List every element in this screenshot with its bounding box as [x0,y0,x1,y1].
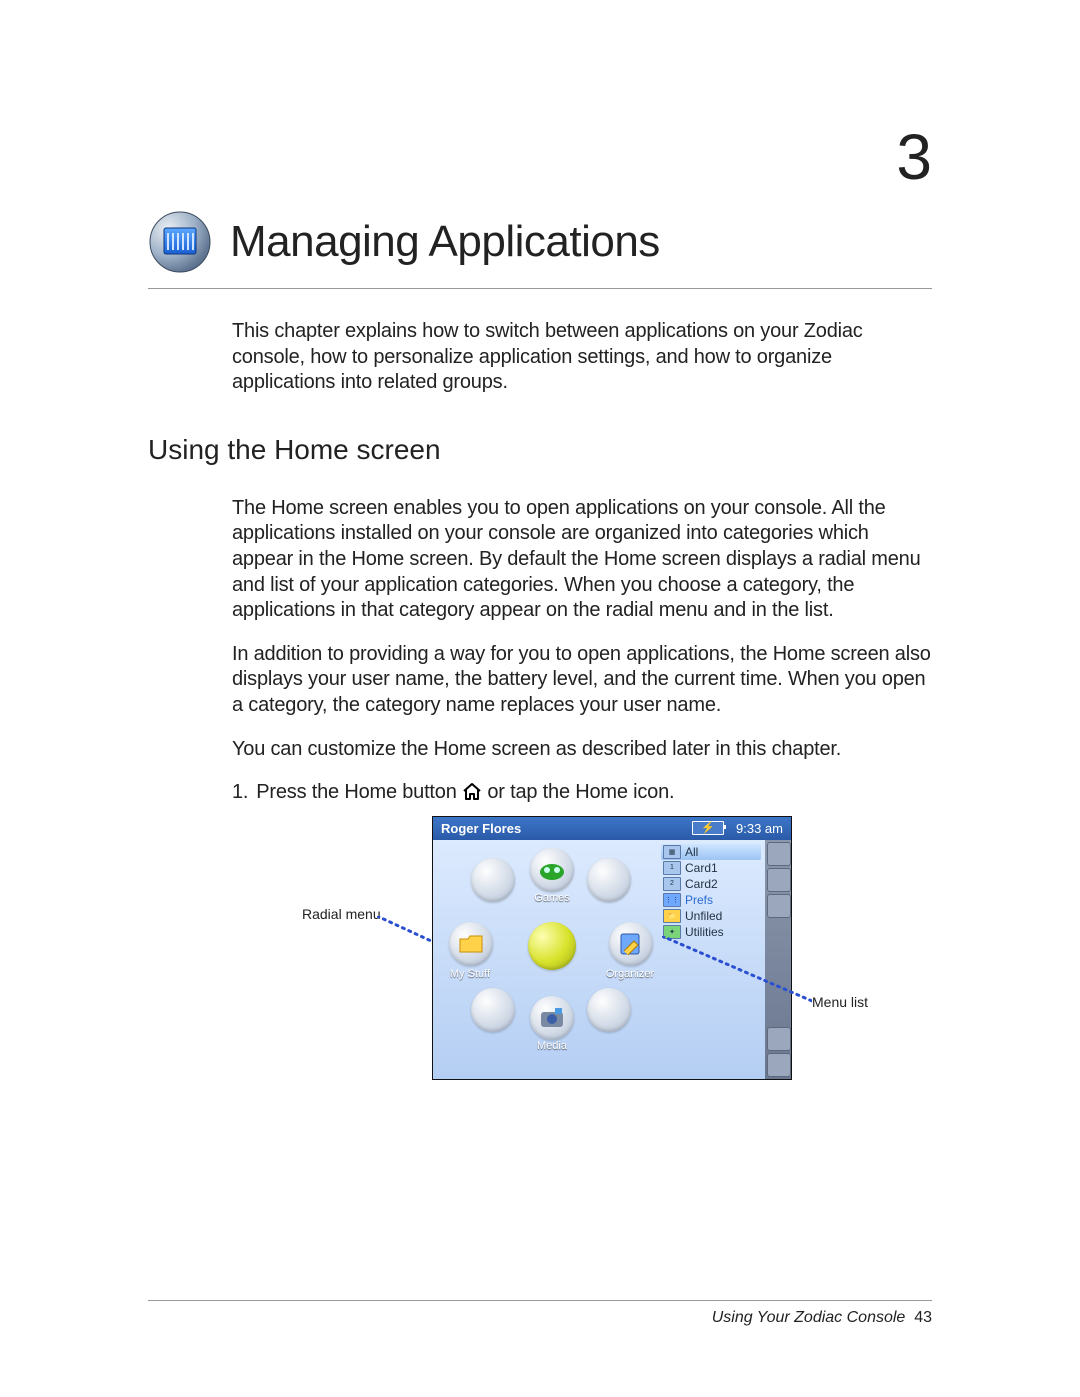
battery-icon: ⚡ [692,821,724,835]
list-item-unfiled: 📁Unfiled [661,908,761,924]
list-label: Card2 [685,877,718,891]
list-label: Unfiled [685,909,722,923]
paragraph: The Home screen enables you to open appl… [232,496,932,624]
footer-page-number: 43 [914,1309,932,1326]
chapter-number: 3 [896,120,932,194]
step-1: 1. Press the Home button or tap the Home… [232,780,932,806]
list-label: Prefs [685,893,713,907]
chapter-header: Managing Applications [148,210,932,289]
radial-node-organizer [609,922,653,966]
section-heading: Using the Home screen [148,434,932,466]
step-text-after: or tap the Home icon. [487,781,674,803]
paragraph: In addition to providing a way for you t… [232,642,932,719]
menu-list: ▦All 1Card1 2Card2 ⋮⋮Prefs 📁Unfiled ✦Uti… [657,840,765,1079]
intro-paragraph: This chapter explains how to switch betw… [148,319,932,396]
sidebar-icon [767,1053,791,1077]
step-text-before: Press the Home button [256,781,462,803]
gamepad-icon [538,856,566,884]
radial-label-mystuff: My Stuff [435,968,505,980]
list-label: Utilities [685,925,724,939]
radial-node-games [530,848,574,892]
radial-empty-node [587,858,631,902]
figure-label-radial: Radial menu [302,906,381,922]
applications-icon [148,210,212,274]
sidebar-icon [767,894,791,918]
radial-label-games: Games [517,892,587,904]
list-item-card2: 2Card2 [661,876,761,892]
home-icon [462,782,482,800]
page-footer: Using Your Zodiac Console 43 [148,1300,932,1327]
sidebar-icon [767,868,791,892]
screenshot-sidebar [765,840,791,1079]
screenshot-titlebar: Roger Flores ⚡ 9:33 am [433,817,791,840]
chapter-title: Managing Applications [230,217,660,267]
radial-node-mystuff [449,922,493,966]
list-label: All [685,845,698,859]
radial-empty-node [587,988,631,1032]
radial-node-media [530,996,574,1040]
camera-icon [539,1006,565,1030]
folder-icon [458,933,484,955]
list-item-prefs: ⋮⋮Prefs [661,892,761,908]
figure-label-menulist: Menu list [812,994,868,1010]
list-item-all: ▦All [661,844,761,860]
figure: Radial menu Roger Flores ⚡ 9:33 am [232,816,932,1096]
sidebar-home-icon [767,842,791,866]
paragraph: You can customize the Home screen as des… [232,737,932,763]
list-item-card1: 1Card1 [661,860,761,876]
radial-label-media: Media [517,1040,587,1052]
radial-label-organizer: Organizer [595,968,665,980]
home-screenshot: Roger Flores ⚡ 9:33 am [432,816,792,1080]
sidebar-icon [767,1027,791,1051]
step-number: 1. [232,780,248,806]
screenshot-username: Roger Flores [441,821,521,836]
radial-center-node [528,922,576,970]
footer-book-title: Using Your Zodiac Console [712,1309,906,1326]
radial-empty-node [471,858,515,902]
step-text: Press the Home button or tap the Home ic… [256,780,674,806]
list-label: Card1 [685,861,718,875]
note-icon [618,931,644,957]
list-item-utilities: ✦Utilities [661,924,761,940]
radial-empty-node [471,988,515,1032]
radial-menu: Games My Stuff Organizer Media [433,840,657,1079]
page: 3 [0,0,1080,1397]
screenshot-time: 9:33 am [736,821,783,836]
